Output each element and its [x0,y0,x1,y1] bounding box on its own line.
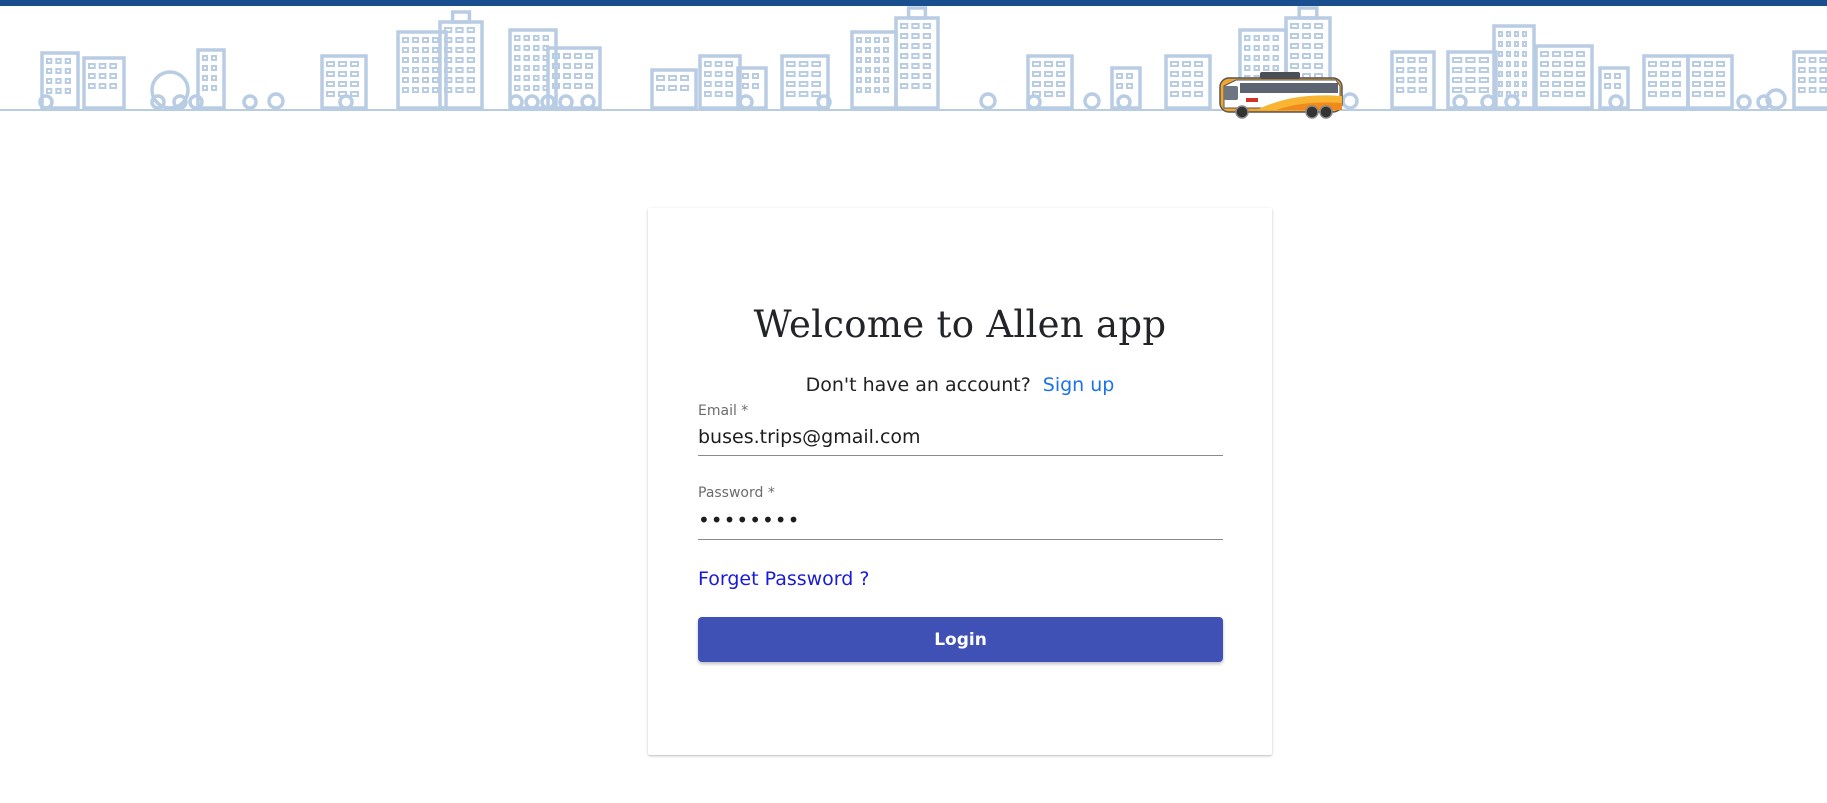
email-input[interactable] [698,420,1223,456]
city-skyline-illustration [0,6,1827,119]
bus-icon [1219,72,1343,119]
password-input[interactable] [698,502,1223,540]
signup-link[interactable]: Sign up [1043,374,1115,396]
email-label: Email * [698,403,749,419]
login-button[interactable]: Login [698,617,1223,662]
login-card: Welcome to Allen app Don't have an accou… [648,208,1272,755]
password-field-group: Password * [698,484,1223,540]
header-skyline-banner [0,6,1827,120]
password-label: Password * [698,485,775,501]
page-title: Welcome to Allen app [753,303,1167,346]
email-field-group: Email * [698,402,1223,456]
signup-prompt-text: Don't have an account? [805,374,1031,396]
signup-prompt-row: Don't have an account? Sign up [648,374,1272,396]
forgot-password-link[interactable]: Forget Password ? [698,568,869,590]
